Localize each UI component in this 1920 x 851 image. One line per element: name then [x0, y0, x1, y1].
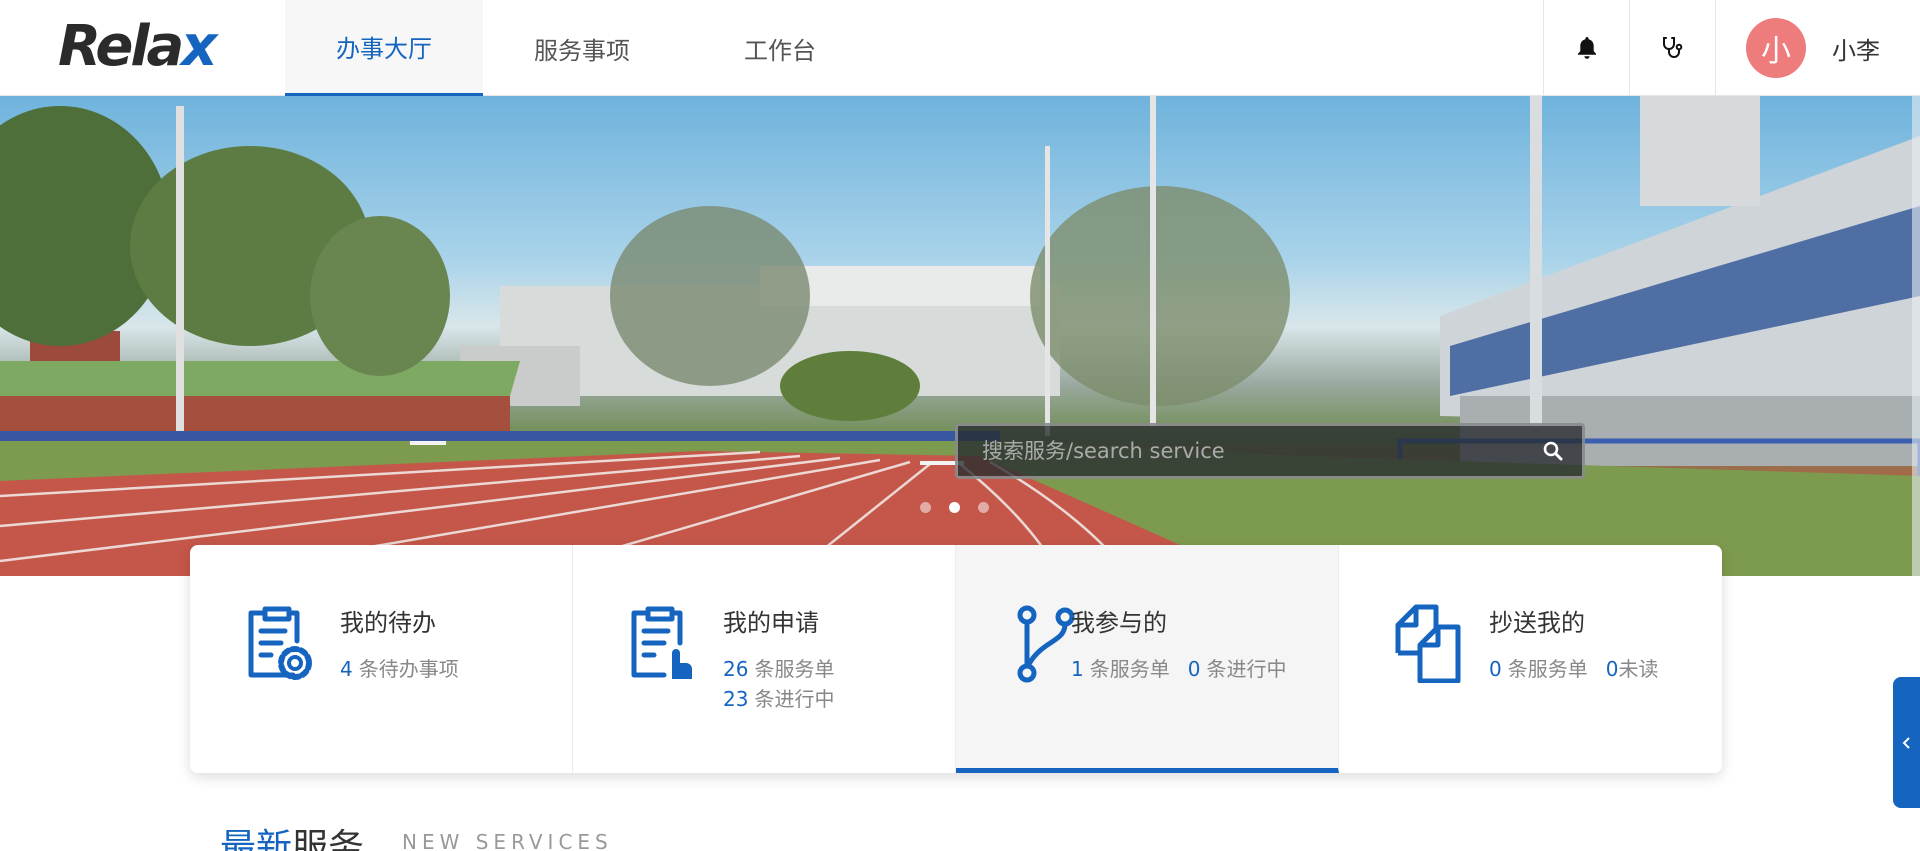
search-input[interactable]	[958, 426, 1524, 476]
card-title: 我的申请	[723, 609, 819, 637]
card-stat-line: 23 条进行中	[723, 683, 834, 712]
applications-label: 条服务单	[754, 657, 835, 681]
carousel-dot-active[interactable]	[949, 502, 960, 513]
carousel-dot[interactable]	[920, 502, 931, 513]
carousel-dots	[920, 502, 989, 513]
service-search-box	[955, 423, 1585, 479]
header-actions: 小 小李	[1543, 0, 1920, 96]
relax-logo[interactable]: Relax	[58, 14, 217, 79]
card-title: 我的待办	[340, 609, 436, 637]
card-stat-line: 4 条待办事项	[340, 653, 459, 682]
card-stat-line: 26 条服务单	[723, 653, 834, 682]
logo-text: Rela	[58, 14, 184, 79]
stethoscope-icon	[1662, 37, 1682, 58]
carousel-dot[interactable]	[978, 502, 989, 513]
todo-label: 条待办事项	[358, 657, 459, 681]
section-title: 最新服务	[220, 818, 364, 851]
clipboard-gear-icon	[248, 606, 312, 680]
participated-label: 条服务单	[1089, 657, 1170, 681]
search-button[interactable]	[1524, 426, 1582, 476]
section-title-highlight: 最新	[220, 827, 293, 851]
card-title: 我参与的	[1071, 609, 1167, 637]
card-stat-line: 1 条服务单 0 条进行中	[1071, 653, 1286, 682]
cc-count: 0	[1489, 657, 1502, 681]
section-subtitle: NEW SERVICES	[402, 830, 613, 851]
unread-count: 0	[1605, 657, 1619, 681]
chevron-left-icon	[1902, 736, 1910, 749]
card-cc-to-me[interactable]: 抄送我的 0 条服务单 0未读	[1339, 545, 1722, 773]
bell-icon	[1577, 37, 1596, 59]
user-name: 小李	[1832, 36, 1880, 65]
unread-label: 未读	[1618, 657, 1659, 681]
clipboard-hand-icon	[631, 606, 692, 679]
side-panel-toggle[interactable]	[1893, 677, 1920, 808]
logo-accent: x	[181, 14, 217, 79]
main-nav: 办事大厅 服务事项 工作台	[285, 0, 879, 96]
section-title-rest: 服务	[292, 827, 365, 851]
notification-button[interactable]	[1543, 0, 1629, 96]
branch-icon	[1017, 605, 1075, 683]
todo-count: 4	[340, 657, 353, 681]
health-button[interactable]	[1629, 0, 1715, 96]
copy-docs-icon	[1395, 604, 1461, 683]
user-menu[interactable]: 小 小李	[1715, 0, 1920, 96]
card-title: 抄送我的	[1489, 609, 1585, 637]
avatar: 小	[1746, 18, 1806, 78]
nav-tab-service-hall[interactable]: 办事大厅	[285, 0, 483, 96]
top-header: Relax 办事大厅 服务事项 工作台 小 小李	[0, 0, 1920, 96]
card-stat-line: 0 条服务单 0未读	[1489, 653, 1658, 682]
in-progress-label: 条进行中	[754, 687, 835, 711]
hero-banner	[0, 96, 1920, 576]
participated-in-progress-label: 条进行中	[1206, 657, 1287, 681]
card-my-applications[interactable]: 我的申请 26 条服务单 23 条进行中	[573, 545, 956, 773]
participated-count: 1	[1071, 657, 1084, 681]
cc-label: 条服务单	[1507, 657, 1588, 681]
card-participated[interactable]: 我参与的 1 条服务单 0 条进行中	[956, 545, 1339, 773]
in-progress-count: 23	[723, 687, 749, 711]
card-my-todo[interactable]: 我的待办 4 条待办事项	[190, 545, 573, 773]
participated-in-progress-count: 0	[1187, 657, 1201, 681]
nav-tab-service-items[interactable]: 服务事项	[483, 0, 681, 96]
nav-tab-workbench[interactable]: 工作台	[681, 0, 879, 96]
summary-cards: 我的待办 4 条待办事项 我的申请 26 条服务单 23 条进行中 我参与的 1…	[190, 545, 1722, 773]
banner-scroll-edge	[1912, 96, 1920, 576]
search-icon	[1543, 441, 1563, 461]
applications-count: 26	[723, 657, 749, 681]
